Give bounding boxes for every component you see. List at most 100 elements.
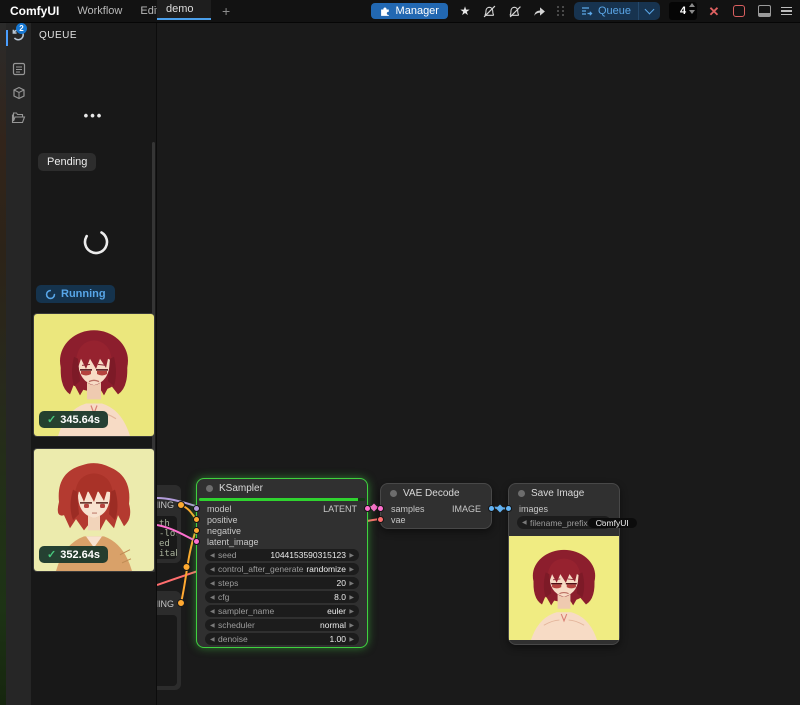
widget-sampler-name[interactable]: sampler_name euler [205, 605, 359, 617]
widget-value: normal [320, 620, 346, 630]
chevron-down-icon [645, 5, 655, 15]
widget-scheduler[interactable]: scheduler normal [205, 619, 359, 631]
overflow-menu-dots[interactable]: ••• [31, 108, 156, 123]
workflow-tab-demo[interactable]: demo [157, 0, 211, 20]
hamburger-menu-icon[interactable] [781, 7, 792, 16]
widget-value: euler [327, 606, 346, 616]
queue-run-main[interactable]: Queue [574, 5, 638, 17]
latent-output-port[interactable] [364, 505, 371, 512]
duration-text: 345.64s [60, 414, 100, 426]
star-icon[interactable]: ★ [457, 3, 473, 19]
input-label: latent_image [207, 537, 259, 547]
duration-badge-2: ✓ 352.64s [39, 546, 108, 563]
collapse-dot-icon[interactable] [390, 490, 397, 497]
ksampler-node[interactable]: KSampler model LATENT positive negative … [196, 478, 368, 648]
vae-decode-node[interactable]: VAE Decode samples IMAGE vae [380, 483, 492, 529]
decrement-icon[interactable] [689, 10, 695, 14]
latent-output-label: LATENT [323, 504, 357, 514]
input-label: samples [391, 504, 425, 514]
widget-cfg[interactable]: cfg 8.0 [205, 591, 359, 603]
share-arrow-icon[interactable] [532, 3, 548, 19]
top-menubar: ComfyUI Workflow Edit Help demo + Manage… [0, 0, 800, 23]
manager-label: Manager [396, 5, 439, 17]
app-logo[interactable]: ComfyUI [10, 4, 59, 18]
menu-workflow[interactable]: Workflow [77, 5, 122, 17]
input-label: vae [391, 515, 406, 525]
queue-result-item-2[interactable]: ✓ 352.64s [33, 448, 155, 572]
sidebar-tab-workflows[interactable] [6, 106, 31, 128]
link-midpoint-diamond[interactable] [496, 505, 504, 513]
input-label: positive [207, 515, 238, 525]
node-title: KSampler [219, 483, 263, 494]
model-cube-icon [12, 86, 26, 100]
running-text: Running [61, 288, 106, 300]
check-icon: ✓ [47, 548, 56, 561]
topbar-actions: Manager ★ Queue 4 [371, 0, 796, 22]
positive-input-port[interactable] [193, 516, 200, 523]
widget-label: denoise [218, 634, 248, 644]
link-latent [157, 525, 196, 541]
conditioning-output-port[interactable] [178, 600, 185, 607]
queue-panel-title: QUEUE [31, 22, 156, 41]
running-spinner-icon [45, 289, 56, 300]
drag-grip-icon[interactable] [557, 6, 565, 16]
queue-sidebar-panel: QUEUE ••• Pending Running [31, 22, 157, 705]
increment-icon[interactable] [689, 3, 695, 7]
clear-queue-icon[interactable]: ✕ [706, 3, 722, 19]
sidebar-tab-model-library[interactable] [6, 82, 31, 104]
save-image-node[interactable]: Save Image images filename_prefix ComfyU… [508, 483, 620, 645]
input-label: model [207, 504, 232, 514]
bottom-panel-toggle-icon[interactable] [756, 3, 772, 19]
queue-options-caret[interactable] [638, 2, 660, 20]
widget-label: seed [218, 550, 236, 560]
vae-input-port[interactable] [377, 516, 384, 523]
model-input-port[interactable] [193, 505, 200, 512]
duration-badge-1: ✓ 345.64s [39, 411, 108, 428]
image-output-port[interactable] [488, 505, 495, 512]
collapse-dot-icon[interactable] [206, 485, 213, 492]
sidebar-icon-strip: 2 [6, 22, 31, 705]
conditioning-output-port[interactable] [178, 502, 185, 509]
queue-result-item-1[interactable]: ✓ 345.64s [33, 313, 155, 437]
pending-section-label[interactable]: Pending [38, 153, 96, 171]
widget-seed[interactable]: seed 1044153590315123 [205, 549, 359, 561]
widget-filename-prefix[interactable]: filename_prefix ComfyUI [517, 516, 611, 529]
saved-image-preview[interactable] [509, 536, 619, 640]
samples-input-port[interactable] [377, 505, 384, 512]
duration-text: 352.64s [60, 549, 100, 561]
widget-label: control_after_generate [218, 564, 304, 574]
bell-slash-icon-2[interactable] [507, 3, 523, 19]
negative-input-port[interactable] [193, 527, 200, 534]
node-title: Save Image [531, 488, 584, 499]
widget-value: 1044153590315123 [270, 550, 346, 560]
widget-denoise[interactable]: denoise 1.00 [205, 633, 359, 645]
latent-image-input-port[interactable] [193, 538, 200, 545]
input-row-negative: negative [197, 525, 367, 536]
node-header[interactable]: Save Image [509, 484, 619, 503]
interrupt-stop-icon[interactable] [731, 3, 747, 19]
input-row-images: images [509, 503, 619, 514]
bell-slash-icon-1[interactable] [482, 3, 498, 19]
widget-steps[interactable]: steps 20 [205, 577, 359, 589]
widget-control-after-generate[interactable]: control_after_generate randomize [205, 563, 359, 575]
queue-history-icon: 2 [11, 27, 26, 47]
graph-canvas[interactable]: NING th -lor, ed itable NING [157, 22, 800, 705]
sidebar-tab-queue[interactable]: 2 [6, 26, 31, 48]
input-row-model: model LATENT [197, 503, 367, 514]
manager-button[interactable]: Manager [371, 3, 448, 19]
queue-count-badge: 2 [16, 23, 27, 34]
node-header[interactable]: VAE Decode [381, 484, 491, 503]
collapse-dot-icon[interactable] [518, 490, 525, 497]
reroute-dot[interactable] [183, 564, 190, 571]
queue-list-icon [581, 6, 593, 17]
sidebar-tab-node-library[interactable] [6, 58, 31, 80]
node-header[interactable]: KSampler [197, 479, 367, 498]
widget-label: steps [218, 578, 238, 588]
running-section-label[interactable]: Running [36, 285, 115, 303]
batch-count-stepper[interactable]: 4 [669, 2, 697, 20]
image-output-label: IMAGE [452, 504, 481, 514]
node-library-icon [12, 62, 26, 76]
images-input-port[interactable] [505, 505, 512, 512]
stepper-arrows[interactable] [689, 3, 695, 14]
new-workflow-tab-button[interactable]: + [216, 0, 236, 22]
